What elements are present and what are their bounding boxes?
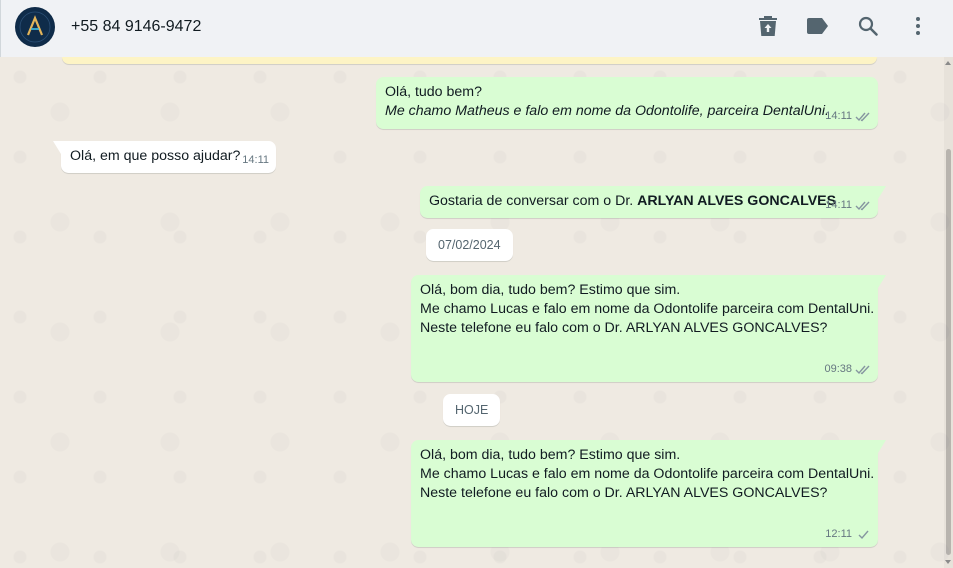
double-tick-icon	[855, 365, 870, 375]
search-icon[interactable]	[856, 14, 880, 38]
message-time: 14:11	[242, 154, 269, 166]
delete-icon[interactable]	[756, 14, 780, 38]
message-meta: 14:11	[825, 196, 871, 215]
message-text: Gostaria de conversar com o Dr. ARLYAN A…	[429, 192, 869, 211]
scroll-down-arrow[interactable]	[945, 560, 951, 564]
message-time: 14:11	[825, 110, 852, 122]
doctor-name: ARLYAN ALVES GONCALVES	[637, 193, 837, 209]
contact-name[interactable]: +55 84 9146-9472	[71, 18, 201, 36]
scroll-up-arrow[interactable]	[945, 61, 951, 65]
double-tick-icon	[855, 201, 870, 211]
message-text: Neste telefone eu falo com o Dr. ARLYAN …	[420, 485, 828, 501]
message-time: 09:38	[824, 363, 852, 375]
single-tick-icon	[858, 530, 869, 540]
message-text: Olá, bom dia, tudo bem? Estimo que sim.	[420, 282, 681, 298]
label-icon[interactable]	[806, 14, 830, 38]
message-bubble-incoming[interactable]: Olá, em que posso ajudar? 14:11	[53, 141, 276, 173]
message-meta: 09:38	[824, 360, 871, 379]
message-meta: 14:11	[242, 151, 269, 170]
message-text: Me chamo Matheus e falo em nome da Odont…	[385, 103, 829, 119]
message-time: 12:11	[825, 528, 852, 540]
system-message-edge	[62, 57, 877, 64]
menu-icon[interactable]	[906, 14, 930, 38]
date-separator: 07/02/2024	[426, 229, 513, 261]
scrollbar-track[interactable]	[944, 57, 953, 568]
message-meta: 14:11	[825, 107, 871, 126]
message-text-prefix: Gostaria de conversar com o Dr.	[429, 193, 638, 209]
scrollbar-thumb[interactable]	[946, 149, 951, 555]
message-text: Neste telefone eu falo com o Dr. ARLYAN …	[420, 320, 828, 336]
message-bubble-outgoing[interactable]: Olá, tudo bem? Me chamo Matheus e falo e…	[376, 77, 878, 129]
message-text: Olá, tudo bem?	[385, 84, 483, 100]
message-text: Olá, bom dia, tudo bem? Estimo que sim.	[420, 447, 681, 463]
message-text: Me chamo Lucas e falo em nome da Odontol…	[420, 466, 875, 482]
date-separator: HOJE	[443, 394, 501, 426]
message-time: 14:11	[825, 199, 852, 211]
message-meta: 12:11	[825, 525, 871, 544]
message-text: Me chamo Lucas e falo em nome da Odontol…	[420, 301, 875, 317]
avatar[interactable]	[15, 7, 55, 47]
message-bubble-outgoing[interactable]: Olá, bom dia, tudo bem? Estimo que sim. …	[411, 440, 886, 547]
message-text: Olá, em que posso ajudar?	[70, 148, 241, 164]
message-bubble-outgoing[interactable]: Gostaria de conversar com o Dr. ARLYAN A…	[420, 186, 886, 218]
chat-header: +55 84 9146-9472	[0, 0, 953, 57]
logo-icon	[16, 8, 54, 46]
double-tick-icon	[855, 112, 870, 122]
chat-area[interactable]: Olá, tudo bem? Me chamo Matheus e falo e…	[0, 57, 953, 568]
message-bubble-outgoing[interactable]: Olá, bom dia, tudo bem? Estimo que sim. …	[411, 275, 886, 382]
